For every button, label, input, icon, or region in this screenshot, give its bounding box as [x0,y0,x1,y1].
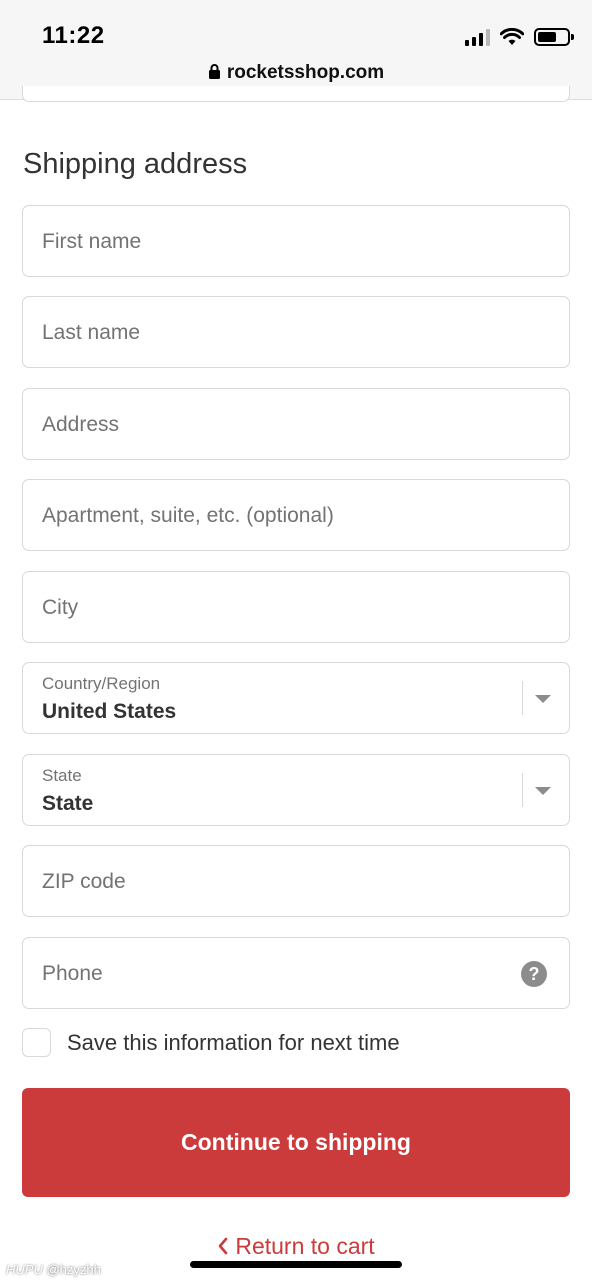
watermark: HUPU @hzyzhh [6,1262,101,1277]
address-field[interactable]: Address [22,388,570,460]
country-select[interactable]: Country/Region United States [22,662,570,734]
browser-top-bar: 11:22 rocketsshop.com [0,0,592,100]
chevron-down-icon [535,695,551,703]
city-field[interactable]: City [22,571,570,643]
city-placeholder: City [42,596,79,619]
status-icons [465,24,574,50]
save-info-label: Save this information for next time [67,1030,400,1055]
state-label: State [42,766,82,785]
watermark-handle: @hzyzhh [46,1262,101,1277]
save-info-row[interactable]: Save this information for next time [22,1028,570,1058]
status-time: 11:22 [42,22,105,49]
section-heading: Shipping address [23,148,248,180]
state-value: State [42,792,94,815]
first-name-placeholder: First name [42,230,142,253]
chevron-left-icon [219,1237,228,1255]
url-text: rocketsshop.com [226,62,385,83]
phone-placeholder: Phone [42,962,103,985]
select-divider [522,681,523,715]
lock-icon [208,64,220,79]
phone-field[interactable]: Phone ? [22,937,570,1009]
apartment-field[interactable]: Apartment, suite, etc. (optional) [22,479,570,551]
save-info-checkbox[interactable] [22,1028,51,1057]
select-divider [522,773,523,807]
address-placeholder: Address [42,413,120,436]
address-bar[interactable]: rocketsshop.com [0,62,592,84]
battery-icon [534,28,574,46]
chevron-down-icon [535,787,551,795]
first-name-field[interactable]: First name [22,205,570,277]
zip-placeholder: ZIP code [42,870,126,893]
country-value: United States [42,700,177,723]
country-label: Country/Region [42,674,161,693]
state-select[interactable]: State State [22,754,570,826]
help-icon[interactable]: ? [521,961,547,987]
return-to-cart-label: Return to cart [235,1233,375,1259]
previous-section-edge [22,86,570,102]
continue-to-shipping-button[interactable]: Continue to shipping [22,1088,570,1197]
return-to-cart-link[interactable]: Return to cart [0,1233,592,1260]
watermark-brand: HUPU [6,1262,43,1277]
home-indicator[interactable] [190,1261,402,1268]
signal-icon [465,28,490,46]
last-name-placeholder: Last name [42,321,141,344]
zip-field[interactable]: ZIP code [22,845,570,917]
wifi-icon [500,28,524,45]
last-name-field[interactable]: Last name [22,296,570,368]
apartment-placeholder: Apartment, suite, etc. (optional) [42,504,334,527]
